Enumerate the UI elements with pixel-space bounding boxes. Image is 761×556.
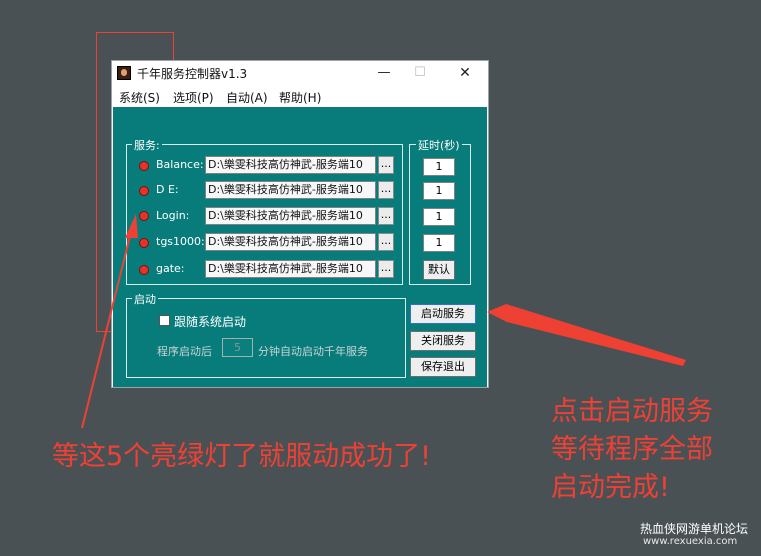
left-arrow xyxy=(81,214,138,429)
right-annotation: 点击启动服务 等待程序全部 启动完成! xyxy=(551,393,713,507)
right-arrow xyxy=(487,304,686,366)
left-annotation: 等这5个亮绿灯了就服动成功了! xyxy=(52,441,432,472)
watermark-site-name: 热血侠网游单机论坛 xyxy=(640,522,749,536)
right-annotation-line-3: 启动完成! xyxy=(551,472,670,503)
right-annotation-line-2: 等待程序全部 xyxy=(551,434,713,465)
right-annotation-line-1: 点击启动服务 xyxy=(551,396,713,427)
watermark-site-url: www.rexuexia.com xyxy=(643,536,738,547)
